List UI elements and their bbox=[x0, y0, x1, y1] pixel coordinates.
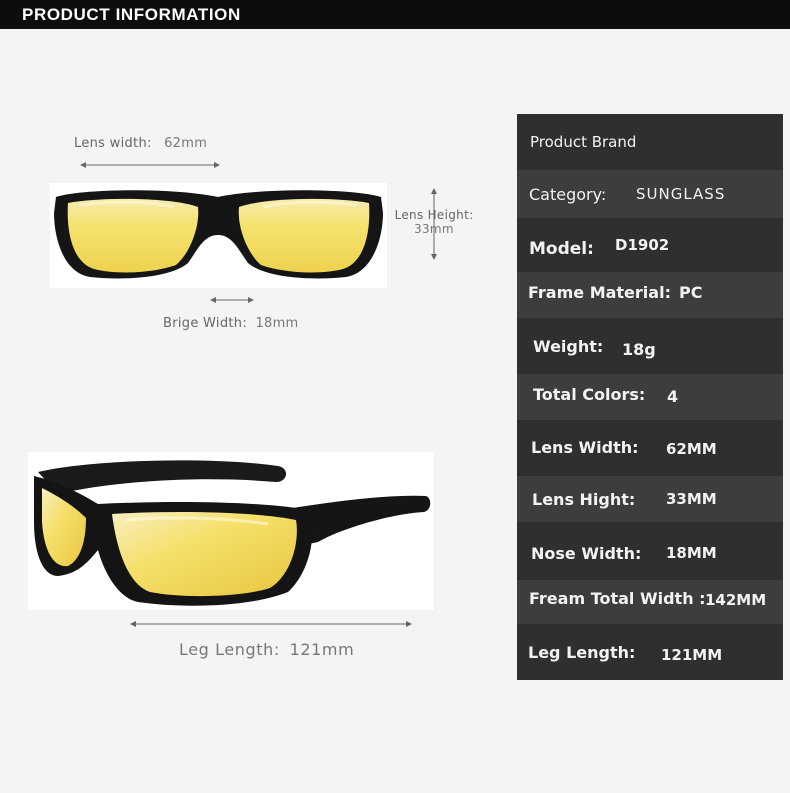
spec-value: 4 bbox=[667, 387, 679, 406]
leg-length-annotation: Leg Length: 121mm bbox=[179, 640, 354, 659]
lens-height-value: 33mm bbox=[414, 222, 454, 236]
spec-row-frame-material: Frame Material: PC bbox=[517, 272, 783, 318]
spec-label: Nose Width: bbox=[531, 544, 642, 563]
spec-value: PC bbox=[679, 283, 703, 302]
spec-table: Product Brand Category: SUNGLASS Model: … bbox=[517, 114, 783, 680]
spec-value: SUNGLASS bbox=[636, 185, 726, 203]
page-title: PRODUCT INFORMATION bbox=[22, 5, 241, 24]
lens-height-annotation: Lens Height: 33mm bbox=[392, 208, 476, 236]
spec-row-weight: Weight: 18g bbox=[517, 318, 783, 374]
spec-value: 18g bbox=[622, 340, 656, 359]
spec-value: 121MM bbox=[661, 646, 723, 664]
spec-label: Lens Width: bbox=[531, 438, 639, 457]
spec-value: 18MM bbox=[666, 544, 717, 562]
spec-row-lens-width: Lens Width: 62MM bbox=[517, 420, 783, 476]
bridge-width-label: Brige Width: bbox=[163, 316, 248, 331]
leg-length-arrow-icon bbox=[130, 621, 412, 627]
lens-height-label: Lens Height: bbox=[394, 208, 474, 222]
spec-label: Category: bbox=[529, 185, 607, 204]
spec-label: Leg Length: bbox=[528, 643, 636, 662]
lens-width-value: 62mm bbox=[164, 136, 208, 151]
spec-row-lens-height: Lens Hight: 33MM bbox=[517, 476, 783, 522]
spec-row-total-width: Fream Total Width : 142MM bbox=[517, 580, 783, 624]
spec-label: Total Colors: bbox=[533, 385, 646, 404]
spec-row-total-colors: Total Colors: 4 bbox=[517, 374, 783, 420]
spec-label: Weight: bbox=[533, 337, 604, 356]
side-view-photo bbox=[28, 452, 434, 610]
lens-width-annotation: Lens width: 62mm bbox=[74, 136, 207, 151]
spec-value: 62MM bbox=[666, 440, 717, 458]
spec-label: Frame Material: bbox=[528, 283, 671, 302]
spec-row-brand: Product Brand bbox=[517, 114, 783, 170]
spec-value: 142MM bbox=[705, 591, 767, 609]
spec-label: Model: bbox=[529, 239, 594, 259]
leg-length-label: Leg Length: bbox=[179, 640, 280, 659]
lens-width-arrow-icon bbox=[80, 162, 220, 168]
front-view-photo bbox=[50, 183, 387, 288]
spec-label: Fream Total Width : bbox=[529, 589, 706, 608]
spec-label: Product Brand bbox=[530, 133, 637, 151]
front-sunglasses-image bbox=[54, 190, 383, 279]
spec-row-category: Category: SUNGLASS bbox=[517, 170, 783, 218]
side-sunglasses-image bbox=[34, 460, 431, 606]
header-bar: PRODUCT INFORMATION bbox=[0, 0, 790, 29]
spec-row-nose-width: Nose Width: 18MM bbox=[517, 522, 783, 580]
spec-label: Lens Hight: bbox=[532, 490, 636, 509]
lens-width-label: Lens width: bbox=[74, 136, 152, 151]
leg-length-value: 121mm bbox=[289, 640, 355, 659]
spec-value: D1902 bbox=[615, 236, 670, 254]
bridge-width-arrow-icon bbox=[210, 297, 254, 303]
bridge-width-value: 18mm bbox=[255, 316, 299, 331]
bridge-width-annotation: Brige Width: 18mm bbox=[163, 316, 299, 331]
spec-row-leg-length: Leg Length: 121MM bbox=[517, 624, 783, 680]
spec-value: 33MM bbox=[666, 490, 717, 508]
spec-row-model: Model: D1902 bbox=[517, 218, 783, 272]
